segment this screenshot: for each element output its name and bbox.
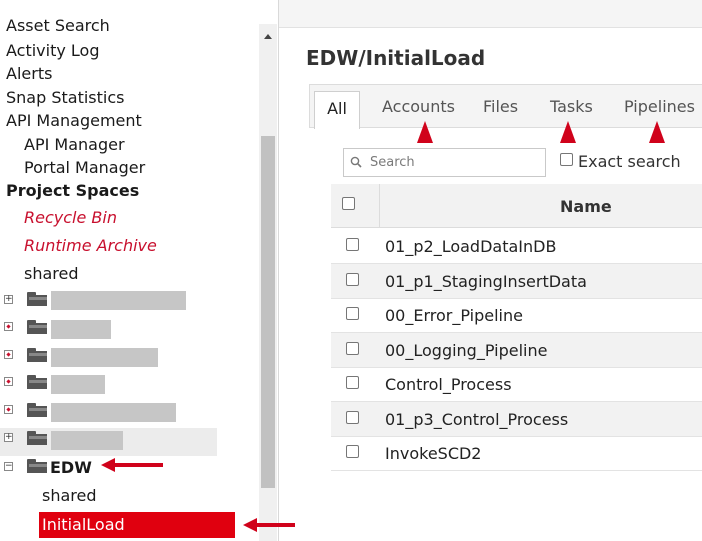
expand-icon[interactable]: +: [4, 295, 13, 304]
folder-icon: [27, 348, 47, 362]
search-box[interactable]: [343, 148, 546, 177]
tab-accounts[interactable]: Accounts: [382, 97, 455, 116]
redacted-folder-name: [51, 348, 158, 367]
table-row[interactable]: 01_p3_Control_Process: [331, 402, 702, 437]
tab-pipelines[interactable]: Pipelines: [624, 97, 695, 116]
expand-icon[interactable]: [4, 322, 13, 331]
row-name[interactable]: 00_Logging_Pipeline: [385, 341, 547, 360]
column-header-name[interactable]: Name: [560, 197, 612, 216]
header-divider: [379, 184, 380, 228]
tree-item-recycle-bin[interactable]: Recycle Bin: [24, 208, 117, 228]
tree-item-portal-manager[interactable]: Portal Manager: [24, 158, 145, 178]
folder-icon: [27, 431, 47, 445]
row-checkbox[interactable]: [346, 376, 359, 389]
tree-item-snap-statistics[interactable]: Snap Statistics: [6, 88, 124, 108]
expand-icon[interactable]: [4, 377, 13, 386]
row-checkbox[interactable]: [346, 342, 359, 355]
arrow-icon: [101, 458, 163, 472]
table-row[interactable]: 00_Error_Pipeline: [331, 298, 702, 333]
tree-folder-edw-label: EDW: [50, 458, 92, 477]
scroll-thumb[interactable]: [261, 136, 275, 488]
tree-item-runtime-archive[interactable]: Runtime Archive: [24, 236, 157, 256]
row-name[interactable]: 01_p2_LoadDataInDB: [385, 237, 556, 256]
search-icon: [350, 156, 362, 168]
row-name[interactable]: 00_Error_Pipeline: [385, 306, 523, 325]
folder-icon: [27, 403, 47, 417]
tab-tasks[interactable]: Tasks: [550, 97, 593, 116]
tree-item-alerts[interactable]: Alerts: [6, 64, 52, 84]
folder-icon: [27, 459, 47, 473]
tree-item-asset-search[interactable]: Asset Search: [6, 16, 110, 36]
tree-item-shared[interactable]: shared: [24, 264, 79, 284]
folder-icon: [27, 292, 47, 306]
tab-files[interactable]: Files: [483, 97, 518, 116]
table-row[interactable]: 01_p2_LoadDataInDB: [331, 229, 702, 264]
redacted-folder-name: [51, 291, 186, 310]
redacted-folder-name: [51, 403, 176, 422]
row-checkbox[interactable]: [346, 445, 359, 458]
arrow-icon: [417, 121, 433, 143]
row-checkbox[interactable]: [346, 411, 359, 424]
left-tree-panel: Asset Search Activity Log Alerts Snap St…: [0, 0, 279, 541]
exact-search-label: Exact search: [578, 152, 681, 171]
row-name[interactable]: 01_p3_Control_Process: [385, 410, 568, 429]
tree-item-initialload[interactable]: InitialLoad: [39, 512, 235, 538]
row-checkbox[interactable]: [346, 238, 359, 251]
folder-icon: [27, 375, 47, 389]
tab-all[interactable]: All: [314, 91, 360, 129]
page-title: EDW/InitialLoad: [306, 46, 486, 70]
tree-item-activity-log[interactable]: Activity Log: [6, 41, 100, 61]
folder-icon: [27, 320, 47, 334]
redacted-folder-name: [51, 375, 105, 394]
arrow-icon: [649, 121, 665, 143]
row-checkbox[interactable]: [346, 273, 359, 286]
expand-icon[interactable]: [4, 350, 13, 359]
arrow-icon: [560, 121, 576, 143]
tree-item-edw-shared[interactable]: shared: [42, 486, 97, 506]
tree-scrollbar[interactable]: [259, 24, 277, 541]
search-input[interactable]: [370, 152, 540, 173]
row-checkbox[interactable]: [346, 307, 359, 320]
tree-item-api-manager[interactable]: API Manager: [24, 135, 125, 155]
tree-item-api-management[interactable]: API Management: [6, 111, 142, 131]
row-name[interactable]: InvokeSCD2: [385, 444, 481, 463]
main-panel: EDW/InitialLoad All Accounts Files Tasks…: [280, 0, 702, 541]
exact-search-checkbox[interactable]: [560, 153, 573, 166]
tab-bar: All Accounts Files Tasks Pipelines: [309, 84, 702, 129]
collapse-icon[interactable]: −: [4, 462, 13, 471]
row-name[interactable]: Control_Process: [385, 375, 512, 394]
redacted-folder-name: [51, 431, 123, 450]
select-all-checkbox[interactable]: [342, 197, 355, 210]
tree-item-project-spaces[interactable]: Project Spaces: [6, 181, 139, 201]
redacted-folder-name: [51, 320, 111, 339]
scroll-up-icon[interactable]: [259, 30, 277, 44]
table-row[interactable]: InvokeSCD2: [331, 436, 702, 471]
row-name[interactable]: 01_p1_StagingInsertData: [385, 272, 587, 291]
table-row[interactable]: 00_Logging_Pipeline: [331, 333, 702, 368]
table-row[interactable]: Control_Process: [331, 367, 702, 402]
expand-icon[interactable]: [4, 405, 13, 414]
expand-icon[interactable]: +: [4, 433, 13, 442]
table-row[interactable]: 01_p1_StagingInsertData: [331, 264, 702, 299]
grid-header: Name: [331, 184, 702, 228]
